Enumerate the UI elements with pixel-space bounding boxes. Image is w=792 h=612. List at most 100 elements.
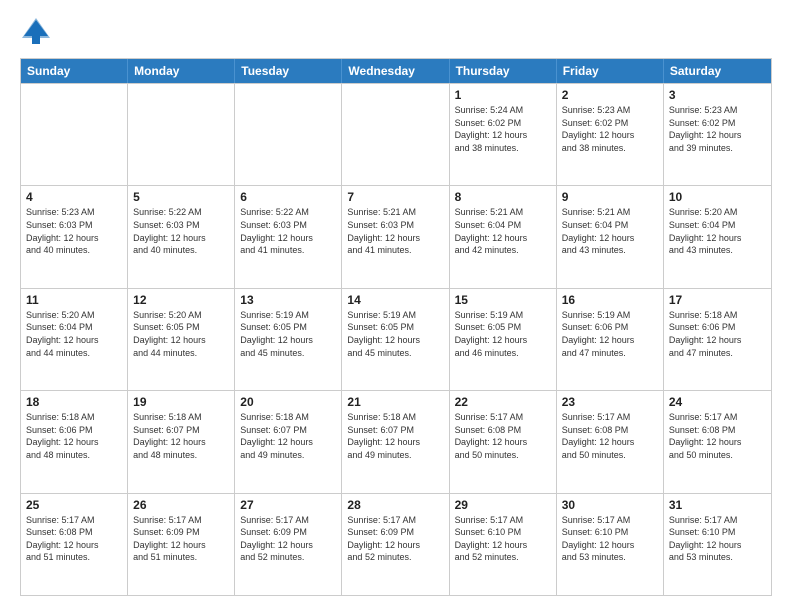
calendar-row-0: 1 Sunrise: 5:24 AM Sunset: 6:02 PM Daylig… bbox=[21, 83, 771, 185]
day-number: 12 bbox=[133, 293, 229, 307]
day-number: 13 bbox=[240, 293, 336, 307]
header-day-sunday: Sunday bbox=[21, 59, 128, 83]
calendar-cell: 17 Sunrise: 5:18 AM Sunset: 6:06 PM Dayli… bbox=[664, 289, 771, 390]
calendar-cell: 8 Sunrise: 5:21 AM Sunset: 6:04 PM Daylig… bbox=[450, 186, 557, 287]
day-info: Sunrise: 5:24 AM Sunset: 6:02 PM Dayligh… bbox=[455, 104, 551, 154]
day-info: Sunrise: 5:20 AM Sunset: 6:04 PM Dayligh… bbox=[669, 206, 766, 256]
calendar-row-4: 25 Sunrise: 5:17 AM Sunset: 6:08 PM Dayli… bbox=[21, 493, 771, 595]
day-info: Sunrise: 5:17 AM Sunset: 6:10 PM Dayligh… bbox=[562, 514, 658, 564]
day-info: Sunrise: 5:23 AM Sunset: 6:02 PM Dayligh… bbox=[669, 104, 766, 154]
calendar-cell: 30 Sunrise: 5:17 AM Sunset: 6:10 PM Dayli… bbox=[557, 494, 664, 595]
calendar-cell bbox=[342, 84, 449, 185]
calendar-cell: 20 Sunrise: 5:18 AM Sunset: 6:07 PM Dayli… bbox=[235, 391, 342, 492]
day-info: Sunrise: 5:17 AM Sunset: 6:08 PM Dayligh… bbox=[669, 411, 766, 461]
day-info: Sunrise: 5:18 AM Sunset: 6:07 PM Dayligh… bbox=[240, 411, 336, 461]
day-number: 14 bbox=[347, 293, 443, 307]
day-number: 28 bbox=[347, 498, 443, 512]
day-number: 23 bbox=[562, 395, 658, 409]
day-number: 22 bbox=[455, 395, 551, 409]
day-number: 9 bbox=[562, 190, 658, 204]
day-info: Sunrise: 5:17 AM Sunset: 6:08 PM Dayligh… bbox=[562, 411, 658, 461]
day-number: 31 bbox=[669, 498, 766, 512]
calendar-cell: 11Sunrise: 5:20 AM Sunset: 6:04 PM Dayli… bbox=[21, 289, 128, 390]
header-day-tuesday: Tuesday bbox=[235, 59, 342, 83]
day-number: 21 bbox=[347, 395, 443, 409]
header-day-saturday: Saturday bbox=[664, 59, 771, 83]
day-info: Sunrise: 5:20 AM Sunset: 6:04 PM Dayligh… bbox=[26, 309, 122, 359]
day-number: 16 bbox=[562, 293, 658, 307]
calendar-cell: 28 Sunrise: 5:17 AM Sunset: 6:09 PM Dayli… bbox=[342, 494, 449, 595]
day-info: Sunrise: 5:23 AM Sunset: 6:02 PM Dayligh… bbox=[562, 104, 658, 154]
calendar-cell: 24 Sunrise: 5:17 AM Sunset: 6:08 PM Dayli… bbox=[664, 391, 771, 492]
day-info: Sunrise: 5:21 AM Sunset: 6:04 PM Dayligh… bbox=[455, 206, 551, 256]
day-info: Sunrise: 5:21 AM Sunset: 6:04 PM Dayligh… bbox=[562, 206, 658, 256]
day-info: Sunrise: 5:18 AM Sunset: 6:07 PM Dayligh… bbox=[347, 411, 443, 461]
day-number: 1 bbox=[455, 88, 551, 102]
calendar-cell: 5 Sunrise: 5:22 AM Sunset: 6:03 PM Daylig… bbox=[128, 186, 235, 287]
day-info: Sunrise: 5:17 AM Sunset: 6:09 PM Dayligh… bbox=[347, 514, 443, 564]
day-info: Sunrise: 5:17 AM Sunset: 6:08 PM Dayligh… bbox=[455, 411, 551, 461]
calendar-row-1: 4 Sunrise: 5:23 AM Sunset: 6:03 PM Daylig… bbox=[21, 185, 771, 287]
header bbox=[20, 16, 772, 48]
day-number: 15 bbox=[455, 293, 551, 307]
logo bbox=[20, 16, 56, 48]
logo-icon bbox=[20, 16, 52, 48]
day-info: Sunrise: 5:22 AM Sunset: 6:03 PM Dayligh… bbox=[240, 206, 336, 256]
day-number: 25 bbox=[26, 498, 122, 512]
day-number: 30 bbox=[562, 498, 658, 512]
calendar-cell: 19Sunrise: 5:18 AM Sunset: 6:07 PM Dayli… bbox=[128, 391, 235, 492]
calendar-cell: 14 Sunrise: 5:19 AM Sunset: 6:05 PM Dayli… bbox=[342, 289, 449, 390]
day-number: 24 bbox=[669, 395, 766, 409]
calendar-header: SundayMondayTuesdayWednesdayThursdayFrid… bbox=[21, 59, 771, 83]
calendar-cell bbox=[235, 84, 342, 185]
calendar-cell: 2Sunrise: 5:23 AM Sunset: 6:02 PM Daylig… bbox=[557, 84, 664, 185]
day-number: 20 bbox=[240, 395, 336, 409]
calendar: SundayMondayTuesdayWednesdayThursdayFrid… bbox=[20, 58, 772, 596]
calendar-cell: 15 Sunrise: 5:19 AM Sunset: 6:05 PM Dayli… bbox=[450, 289, 557, 390]
day-info: Sunrise: 5:18 AM Sunset: 6:06 PM Dayligh… bbox=[26, 411, 122, 461]
calendar-cell: 12 Sunrise: 5:20 AM Sunset: 6:05 PM Dayli… bbox=[128, 289, 235, 390]
day-info: Sunrise: 5:20 AM Sunset: 6:05 PM Dayligh… bbox=[133, 309, 229, 359]
day-number: 29 bbox=[455, 498, 551, 512]
page: SundayMondayTuesdayWednesdayThursdayFrid… bbox=[0, 0, 792, 612]
day-number: 19 bbox=[133, 395, 229, 409]
day-number: 4 bbox=[26, 190, 122, 204]
day-number: 5 bbox=[133, 190, 229, 204]
day-number: 8 bbox=[455, 190, 551, 204]
day-info: Sunrise: 5:21 AM Sunset: 6:03 PM Dayligh… bbox=[347, 206, 443, 256]
calendar-cell: 25 Sunrise: 5:17 AM Sunset: 6:08 PM Dayli… bbox=[21, 494, 128, 595]
calendar-body: 1 Sunrise: 5:24 AM Sunset: 6:02 PM Daylig… bbox=[21, 83, 771, 595]
calendar-cell: 3 Sunrise: 5:23 AM Sunset: 6:02 PM Daylig… bbox=[664, 84, 771, 185]
day-number: 10 bbox=[669, 190, 766, 204]
day-number: 3 bbox=[669, 88, 766, 102]
day-info: Sunrise: 5:23 AM Sunset: 6:03 PM Dayligh… bbox=[26, 206, 122, 256]
calendar-row-2: 11Sunrise: 5:20 AM Sunset: 6:04 PM Dayli… bbox=[21, 288, 771, 390]
day-info: Sunrise: 5:19 AM Sunset: 6:05 PM Dayligh… bbox=[240, 309, 336, 359]
calendar-cell bbox=[128, 84, 235, 185]
calendar-cell: 16Sunrise: 5:19 AM Sunset: 6:06 PM Dayli… bbox=[557, 289, 664, 390]
calendar-cell: 21 Sunrise: 5:18 AM Sunset: 6:07 PM Dayli… bbox=[342, 391, 449, 492]
header-day-monday: Monday bbox=[128, 59, 235, 83]
header-day-wednesday: Wednesday bbox=[342, 59, 449, 83]
calendar-cell: 26Sunrise: 5:17 AM Sunset: 6:09 PM Dayli… bbox=[128, 494, 235, 595]
calendar-cell: 4 Sunrise: 5:23 AM Sunset: 6:03 PM Daylig… bbox=[21, 186, 128, 287]
calendar-cell: 1 Sunrise: 5:24 AM Sunset: 6:02 PM Daylig… bbox=[450, 84, 557, 185]
calendar-cell: 7 Sunrise: 5:21 AM Sunset: 6:03 PM Daylig… bbox=[342, 186, 449, 287]
day-info: Sunrise: 5:17 AM Sunset: 6:09 PM Dayligh… bbox=[240, 514, 336, 564]
header-day-thursday: Thursday bbox=[450, 59, 557, 83]
day-number: 18 bbox=[26, 395, 122, 409]
calendar-cell: 23 Sunrise: 5:17 AM Sunset: 6:08 PM Dayli… bbox=[557, 391, 664, 492]
calendar-cell: 18 Sunrise: 5:18 AM Sunset: 6:06 PM Dayli… bbox=[21, 391, 128, 492]
day-number: 17 bbox=[669, 293, 766, 307]
day-info: Sunrise: 5:17 AM Sunset: 6:10 PM Dayligh… bbox=[455, 514, 551, 564]
calendar-cell: 31Sunrise: 5:17 AM Sunset: 6:10 PM Dayli… bbox=[664, 494, 771, 595]
day-info: Sunrise: 5:22 AM Sunset: 6:03 PM Dayligh… bbox=[133, 206, 229, 256]
day-info: Sunrise: 5:19 AM Sunset: 6:05 PM Dayligh… bbox=[347, 309, 443, 359]
calendar-cell: 22 Sunrise: 5:17 AM Sunset: 6:08 PM Dayli… bbox=[450, 391, 557, 492]
day-info: Sunrise: 5:18 AM Sunset: 6:06 PM Dayligh… bbox=[669, 309, 766, 359]
calendar-cell: 6Sunrise: 5:22 AM Sunset: 6:03 PM Daylig… bbox=[235, 186, 342, 287]
day-info: Sunrise: 5:19 AM Sunset: 6:05 PM Dayligh… bbox=[455, 309, 551, 359]
day-number: 7 bbox=[347, 190, 443, 204]
day-info: Sunrise: 5:17 AM Sunset: 6:08 PM Dayligh… bbox=[26, 514, 122, 564]
calendar-cell: 29 Sunrise: 5:17 AM Sunset: 6:10 PM Dayli… bbox=[450, 494, 557, 595]
